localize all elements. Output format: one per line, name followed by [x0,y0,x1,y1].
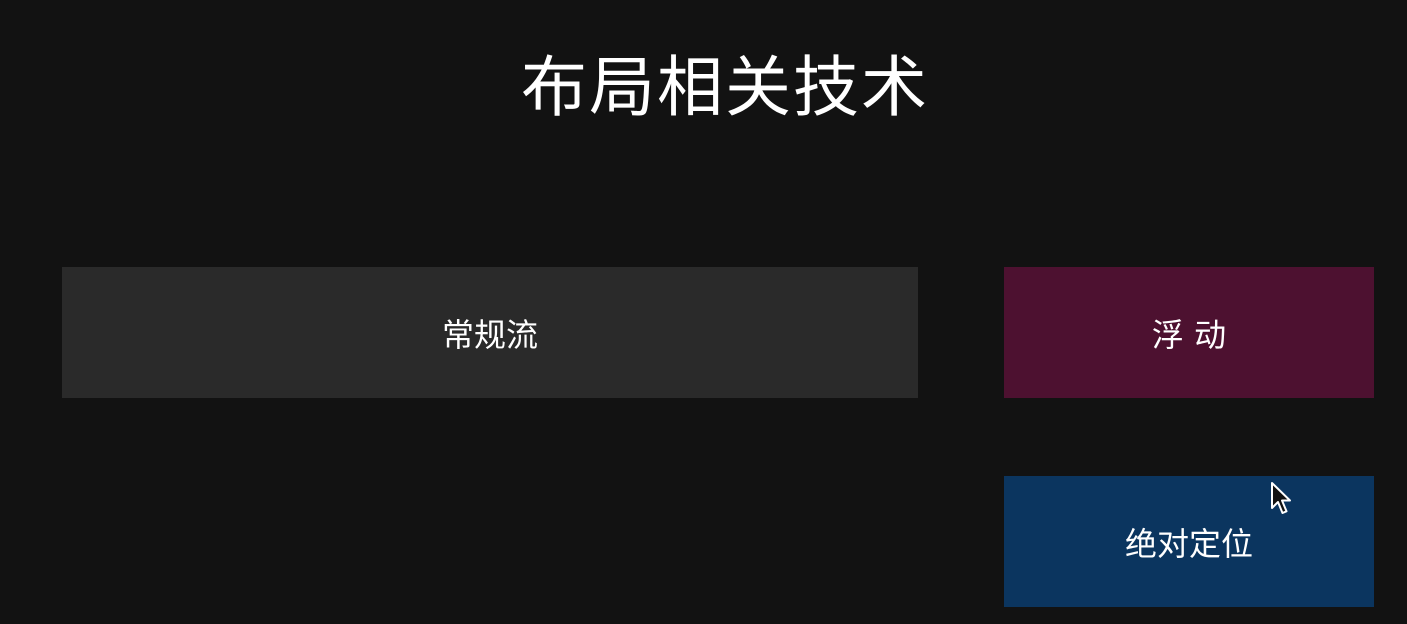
float-box: 浮 动 [1004,267,1374,398]
absolute-positioning-label: 绝对定位 [1124,524,1253,563]
float-label: 浮 动 [1151,315,1227,354]
slide-title: 布局相关技术 [521,49,929,126]
normal-flow-box: 常规流 [62,267,918,398]
absolute-positioning-box: 绝对定位 [1004,476,1374,607]
normal-flow-label: 常规流 [441,315,538,354]
mouse-pointer-icon [1271,482,1291,514]
